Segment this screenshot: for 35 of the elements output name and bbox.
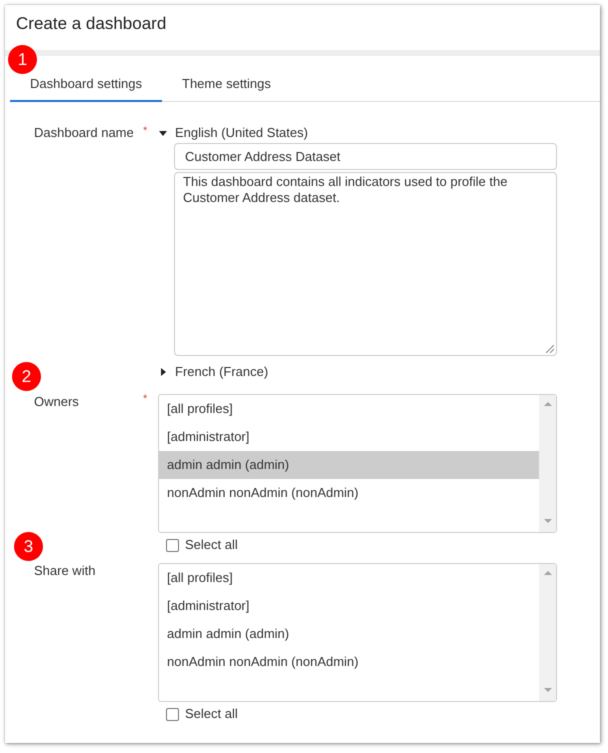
checkbox-label[interactable]: Select all [185, 536, 238, 554]
field-label: Share with [34, 563, 96, 579]
resize-grip-icon[interactable] [546, 345, 554, 353]
checkbox[interactable] [166, 538, 179, 552]
list-option[interactable]: nonAdmin nonAdmin (nonAdmin) [159, 648, 539, 676]
listbox[interactable]: [all profiles] [administrator] admin admin (admin) nonAdmin nonAdmin (nonAdmin) [158, 563, 557, 702]
listbox[interactable]: [all profiles] [administrator] admin admin (admin) nonAdmin nonAdmin (nonAdmin) [158, 394, 557, 533]
list-option[interactable]: admin admin (admin) [159, 451, 539, 479]
list-option[interactable]: nonAdmin nonAdmin (nonAdmin) [159, 479, 539, 507]
language-toggle[interactable]: French (France) [158, 363, 268, 381]
scroll-up-icon[interactable] [544, 571, 552, 575]
field-label: Dashboard name [34, 125, 134, 141]
description-textarea[interactable]: This dashboard contains all indicators used to profile the Customer Address dataset. [174, 172, 557, 356]
required-asterisk: * [143, 394, 148, 405]
scroll-down-icon[interactable] [544, 519, 552, 523]
checkbox[interactable] [166, 708, 179, 720]
list-option[interactable]: [all profiles] [159, 564, 539, 592]
callout-badge: 1 [8, 45, 37, 74]
field-label: Owners [34, 394, 79, 410]
dialog-title: Create a dashboard [16, 14, 166, 34]
list-option[interactable]: admin admin (admin) [159, 620, 539, 648]
scroll-up-icon[interactable] [544, 402, 552, 406]
checkbox-label[interactable]: Select all [185, 705, 238, 723]
callout-badge: 3 [14, 532, 43, 561]
callout-badge: 2 [12, 362, 41, 391]
tab[interactable]: Theme settings [162, 56, 291, 102]
list-option[interactable]: [administrator] [159, 423, 539, 451]
list-option[interactable]: [administrator] [159, 592, 539, 620]
scrollbar[interactable] [539, 395, 556, 532]
list-option[interactable]: [all profiles] [159, 395, 539, 423]
scroll-down-icon[interactable] [544, 688, 552, 692]
language-toggle[interactable]: English (United States) [158, 124, 308, 142]
required-asterisk: * [143, 126, 148, 137]
scrollbar[interactable] [539, 564, 556, 701]
name-input[interactable]: Customer Address Dataset [174, 143, 557, 170]
